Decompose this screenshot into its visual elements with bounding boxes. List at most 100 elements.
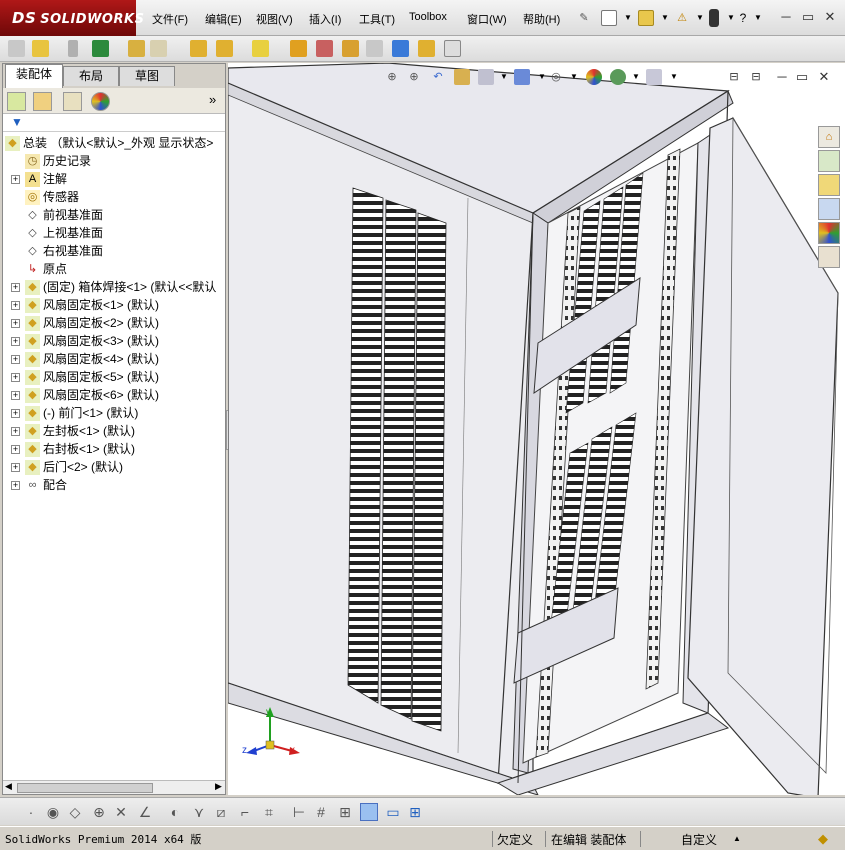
pattern-icon[interactable] xyxy=(92,40,109,57)
expand-icon[interactable]: + xyxy=(11,463,20,472)
clearance-verification-icon[interactable] xyxy=(418,40,435,57)
expand-icon[interactable]: + xyxy=(11,355,20,364)
menu-view[interactable]: 视图(V) xyxy=(256,11,293,27)
restore-button[interactable]: ▭ xyxy=(800,9,816,25)
section-view-icon[interactable] xyxy=(454,69,470,85)
tree-item[interactable]: + ∞ 配合 xyxy=(3,476,225,494)
view-orientation-dropdown-icon[interactable]: ▼ xyxy=(496,69,512,85)
tree-item[interactable]: ◷ 历史记录 xyxy=(3,152,225,170)
interference-detection-icon[interactable] xyxy=(392,40,409,57)
scroll-left-icon[interactable]: ◀ xyxy=(5,781,12,792)
menu-tools[interactable]: 工具(T) xyxy=(359,11,395,27)
expand-icon[interactable]: + xyxy=(11,301,20,310)
bill-of-materials-icon[interactable] xyxy=(316,40,333,57)
hatch-icon[interactable]: ⧄ xyxy=(212,803,230,821)
instant3d-icon[interactable] xyxy=(444,40,461,57)
window-layout-icon[interactable]: ▭ xyxy=(384,803,402,821)
help-dropdown-icon[interactable]: ▼ xyxy=(750,10,766,26)
angle-icon[interactable]: ∠ xyxy=(136,803,154,821)
tree-item[interactable]: + ◆ 风扇固定板<3> (默认) xyxy=(3,332,225,350)
help-icon[interactable]: ? xyxy=(735,10,751,26)
tree-item[interactable]: ◇ 前视基准面 xyxy=(3,206,225,224)
menu-window[interactable]: 窗口(W) xyxy=(467,11,507,27)
minimize-button[interactable]: ─ xyxy=(778,9,794,25)
tab-assembly[interactable]: 装配体 xyxy=(5,64,63,88)
apply-scene-dropdown-icon[interactable]: ▼ xyxy=(628,69,644,85)
expand-icon[interactable]: + xyxy=(11,175,20,184)
zoom-to-area-icon[interactable]: ⊕ xyxy=(406,69,422,85)
insert-component-icon[interactable] xyxy=(8,40,25,57)
centerpoint-icon[interactable]: ⊕ xyxy=(90,803,108,821)
tile-layout-icon[interactable]: ⊞ xyxy=(406,803,424,821)
tree-item[interactable]: + ◆ 风扇固定板<5> (默认) xyxy=(3,368,225,386)
rebuild-warning-icon[interactable]: ⚠ xyxy=(674,10,690,26)
design-library-icon[interactable] xyxy=(818,150,840,172)
close-button[interactable]: ✕ xyxy=(822,9,838,25)
menu-edit[interactable]: 编辑(E) xyxy=(205,11,242,27)
feature-manager-icon[interactable] xyxy=(7,92,26,111)
apply-scene-icon[interactable] xyxy=(610,69,626,85)
view-orientation-icon[interactable] xyxy=(478,69,494,85)
assembly-features-icon[interactable] xyxy=(216,40,233,57)
exploded-view-icon[interactable] xyxy=(342,40,359,57)
expand-icon[interactable]: + xyxy=(11,481,20,490)
solidworks-resources-icon[interactable]: ⌂ xyxy=(818,126,840,148)
show-hidden-icon[interactable] xyxy=(190,40,207,57)
reference-geometry-icon[interactable] xyxy=(252,40,269,57)
tree-item[interactable]: ◇ 上视基准面 xyxy=(3,224,225,242)
explode-line-icon[interactable] xyxy=(366,40,383,57)
point-icon[interactable]: · xyxy=(22,803,40,821)
chamfer-icon[interactable]: ⋎ xyxy=(190,803,208,821)
configuration-manager-icon[interactable] xyxy=(63,92,82,111)
tree-item[interactable]: ◇ 右视基准面 xyxy=(3,242,225,260)
menu-help[interactable]: 帮助(H) xyxy=(523,11,560,27)
tag-icon[interactable]: ◆ xyxy=(818,831,828,847)
display-manager-icon[interactable] xyxy=(91,92,110,111)
filter-icon[interactable]: ▼ xyxy=(11,115,23,129)
tree-item[interactable]: ↳ 原点 xyxy=(3,260,225,278)
file-explorer-icon[interactable] xyxy=(818,174,840,196)
expand-icon[interactable]: + xyxy=(11,373,20,382)
previous-view-icon[interactable]: ↶ xyxy=(430,69,446,85)
3d-sketch-icon[interactable] xyxy=(360,803,378,821)
paperclip-icon[interactable] xyxy=(68,40,78,57)
view-settings-icon[interactable] xyxy=(646,69,662,85)
viewport-split-icon[interactable]: ⊟ xyxy=(726,69,742,85)
horizontal-scrollbar[interactable]: ◀ ▶ xyxy=(3,780,225,794)
viewport-tile-icon[interactable]: ⊟ xyxy=(748,69,764,85)
tree-item[interactable]: + ◆ 风扇固定板<4> (默认) xyxy=(3,350,225,368)
fillet-icon[interactable]: ◐ xyxy=(166,803,184,821)
view-settings-dropdown-icon[interactable]: ▼ xyxy=(666,69,682,85)
trim-icon[interactable]: ✕ xyxy=(112,803,130,821)
open-folder-icon[interactable] xyxy=(638,10,654,26)
menu-file[interactable]: 文件(F) xyxy=(152,11,188,27)
circle-icon[interactable]: ◉ xyxy=(44,803,62,821)
tree-root-assembly[interactable]: ◆ 总装 （默认<默认>_外观 显示状态> xyxy=(3,134,225,152)
box-select-icon[interactable]: ⌗ xyxy=(260,803,278,821)
pushpin-icon[interactable]: ✎ xyxy=(576,10,592,26)
expand-icon[interactable]: + xyxy=(11,427,20,436)
tree-item[interactable]: + ◆ (-) 前门<1> (默认) xyxy=(3,404,225,422)
expand-icon[interactable]: + xyxy=(11,391,20,400)
tree-item[interactable]: + ◆ 左封板<1> (默认) xyxy=(3,422,225,440)
zoom-to-fit-icon[interactable]: ⊕ xyxy=(384,69,400,85)
tree-item[interactable]: ◎ 传感器 xyxy=(3,188,225,206)
tree-item[interactable]: + ◆ 风扇固定板<6> (默认) xyxy=(3,386,225,404)
smart-fasteners-icon[interactable] xyxy=(128,40,145,57)
doc-minimize-button[interactable]: ─ xyxy=(774,69,790,85)
move-component-icon[interactable] xyxy=(150,40,167,57)
doc-close-button[interactable]: ✕ xyxy=(816,69,832,85)
smart-dimension-icon[interactable]: ⊢ xyxy=(290,803,308,821)
hide-show-items-icon[interactable]: ◎ xyxy=(548,69,564,85)
tree-item[interactable]: + ◆ (固定) 箱体焊接<1> (默认<<默认 xyxy=(3,278,225,296)
custom-properties-icon[interactable] xyxy=(818,246,840,268)
view-palette-icon[interactable] xyxy=(818,198,840,220)
expand-icon[interactable]: + xyxy=(11,409,20,418)
hide-show-dropdown-icon[interactable]: ▼ xyxy=(566,69,582,85)
expand-icon[interactable]: + xyxy=(11,319,20,328)
scroll-right-icon[interactable]: ▶ xyxy=(215,781,222,792)
corner-icon[interactable]: ⌐ xyxy=(236,803,254,821)
grid-icon[interactable]: # xyxy=(312,803,330,821)
table-icon[interactable]: ⊞ xyxy=(336,803,354,821)
tree-item[interactable]: + ◆ 后门<2> (默认) xyxy=(3,458,225,476)
